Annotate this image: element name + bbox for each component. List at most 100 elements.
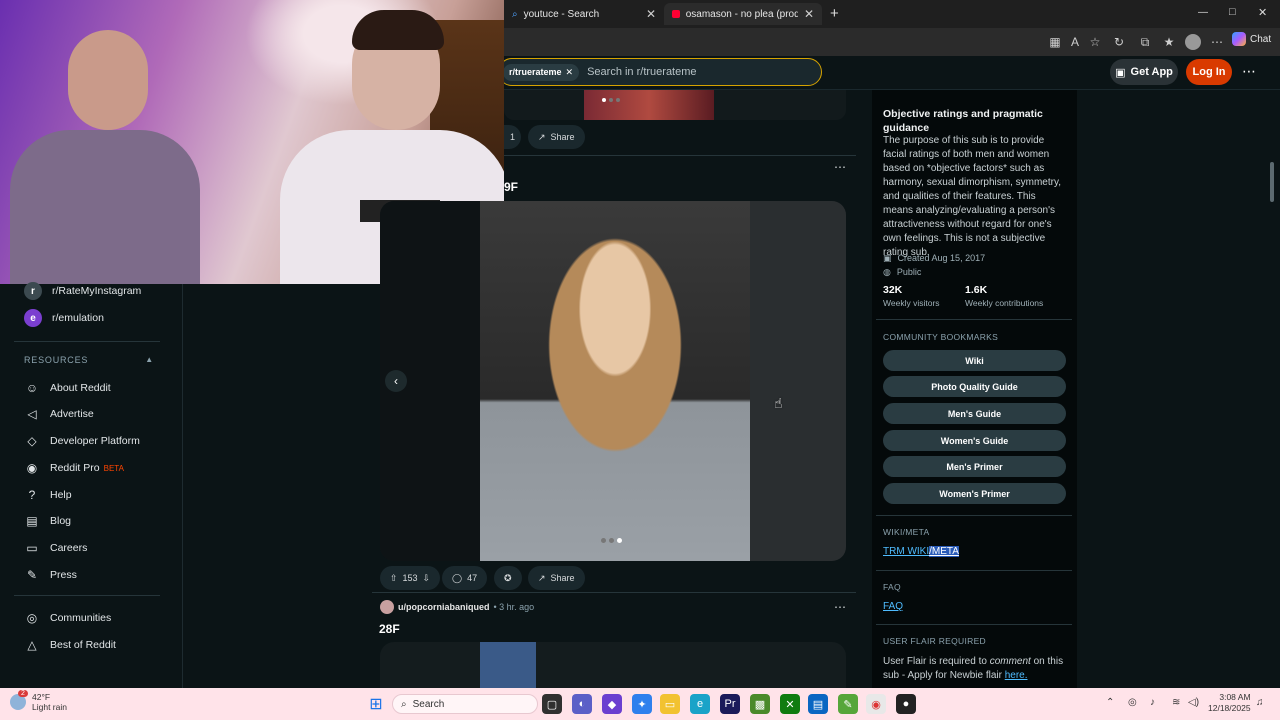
bookmark-photo-quality-guide[interactable]: Photo Quality Guide — [883, 376, 1066, 397]
sidebar-item-developer-platform[interactable]: ◇ Developer Platform — [24, 430, 174, 452]
faq-heading: FAQ — [883, 582, 901, 592]
copilot-icon[interactable]: ✦ — [632, 694, 652, 714]
community-avatar: e — [24, 309, 42, 327]
sidebar-item-emulation[interactable]: e r/emulation — [24, 307, 174, 329]
close-window-button[interactable]: ✕ — [1258, 6, 1267, 19]
grid-icon[interactable]: ▦ — [1046, 33, 1064, 51]
more-options-icon[interactable]: ⋯ — [1242, 63, 1256, 80]
post-media-gallery[interactable] — [380, 201, 846, 561]
clock[interactable]: 3:08 AM 12/18/2025 — [1208, 692, 1251, 714]
profile-avatar-icon[interactable] — [1184, 33, 1202, 51]
visual-studio-icon[interactable]: ◆ — [602, 694, 622, 714]
weather-widget[interactable]: 2 42°F Light rain — [10, 690, 67, 712]
tray-app-icon[interactable]: ◎ — [1128, 697, 1137, 708]
sidebar-item-ratemyinstagram[interactable]: r r/RateMyInstagram — [24, 280, 174, 302]
premiere-icon[interactable]: Pr — [720, 694, 740, 714]
tab-label: osamason - no plea (prod. boolym... — [685, 8, 798, 20]
read-aloud-icon[interactable]: A — [1066, 33, 1084, 51]
sidebar-item-press[interactable]: ✎ Press — [24, 564, 174, 586]
post-photo — [480, 201, 750, 561]
search-bar[interactable]: r/truerateme ✕ Search in r/truerateme — [498, 58, 822, 86]
flair-apply-link[interactable]: here. — [1005, 670, 1028, 681]
close-icon[interactable]: ✕ — [804, 7, 814, 21]
tab-youtuce-search[interactable]: ⌕ youtuce - Search ✕ — [504, 3, 664, 25]
wifi-icon[interactable]: ≋ — [1172, 697, 1180, 708]
page-scrollbar[interactable] — [1268, 90, 1276, 688]
vote-control[interactable]: ⇧ 153 ⇩ — [380, 566, 441, 590]
app-icon[interactable]: ✎ — [838, 694, 858, 714]
store-icon[interactable]: ▤ — [808, 694, 828, 714]
search-input[interactable]: Search in r/truerateme — [587, 66, 696, 78]
taskbar-search[interactable]: ⌕ Search — [392, 694, 538, 714]
notification-badge: 2 — [18, 690, 28, 697]
faq-link[interactable]: FAQ — [883, 601, 903, 612]
downvote-icon[interactable]: ⇩ — [423, 573, 431, 584]
login-button[interactable]: Log In — [1186, 59, 1232, 85]
award-button[interactable]: ✪ — [494, 566, 522, 590]
maximize-button[interactable]: □ — [1229, 6, 1236, 18]
bookmark-mens-guide[interactable]: Men's Guide — [883, 403, 1066, 424]
edge-icon[interactable]: e — [690, 694, 710, 714]
post-options-icon[interactable]: ⋯ — [834, 600, 846, 614]
notification-bell-icon[interactable]: ♫ — [1256, 697, 1264, 708]
sidebar-item-communities[interactable]: ◎ Communities — [24, 607, 174, 629]
wiki-meta-link[interactable]: TRM WIKI/META — [883, 546, 959, 557]
resources-section-toggle[interactable]: RESOURCES ▲ — [24, 355, 154, 365]
bookmark-wiki[interactable]: Wiki — [883, 350, 1066, 371]
sidebar-item-best-of-reddit[interactable]: △ Best of Reddit — [24, 634, 174, 656]
menu-icon[interactable]: ⋯ — [1208, 33, 1226, 51]
obs-icon[interactable]: ● — [896, 694, 916, 714]
sidebar-item-advertise[interactable]: ◁ Advertise — [24, 403, 174, 425]
sidebar-item-help[interactable]: ? Help — [24, 484, 174, 506]
copilot-chat-button[interactable]: Chat — [1232, 32, 1271, 46]
comments-button[interactable]: 1 — [504, 125, 522, 149]
carousel-prev-button[interactable]: ‹ — [385, 370, 407, 392]
favorites-icon[interactable]: ★ — [1160, 33, 1178, 51]
post-options-icon[interactable]: ⋯ — [834, 160, 846, 174]
refresh-icon[interactable]: ↻ — [1110, 33, 1128, 51]
comments-button[interactable]: ◯ 47 — [442, 566, 488, 590]
sidebar-item-about-reddit[interactable]: ☺ About Reddit — [24, 377, 174, 399]
divider — [504, 155, 856, 156]
blur-right — [750, 201, 846, 561]
upvote-icon[interactable]: ⇧ — [390, 573, 398, 584]
sidebar-item-reddit-pro[interactable]: ◉ Reddit Pro BETA — [24, 457, 174, 479]
close-icon[interactable]: ✕ — [646, 7, 656, 21]
close-icon[interactable]: ✕ — [566, 67, 574, 78]
windows-start-icon[interactable]: ⊞ — [366, 694, 386, 714]
bookmark-womens-guide[interactable]: Women's Guide — [883, 430, 1066, 451]
visibility: ◍ Public — [883, 267, 922, 277]
favorite-icon[interactable]: ☆ — [1086, 33, 1104, 51]
chevron-up-icon[interactable]: ⌃ — [1106, 697, 1114, 708]
post-title[interactable]: 28F — [379, 622, 400, 636]
file-explorer-icon[interactable]: ▭ — [660, 694, 680, 714]
microphone-icon[interactable]: ♪ — [1150, 697, 1155, 708]
scrollbar-thumb[interactable] — [1270, 162, 1274, 202]
bookmark-mens-primer[interactable]: Men's Primer — [883, 456, 1066, 477]
tab-osamason[interactable]: osamason - no plea (prod. boolym... ✕ — [664, 3, 822, 25]
user-avatar[interactable] — [380, 600, 394, 614]
teams-icon[interactable]: ◐ — [572, 694, 592, 714]
sidebar-item-careers[interactable]: ▭ Careers — [24, 537, 174, 559]
post-title[interactable]: 9F — [504, 180, 518, 194]
minecraft-icon[interactable]: ▩ — [750, 694, 770, 714]
bookmarks-heading: COMMUNITY BOOKMARKS — [883, 332, 999, 342]
sidebar-item-blog[interactable]: ▤ Blog — [24, 510, 174, 532]
share-button[interactable]: ↗ Share — [528, 125, 585, 149]
share-button[interactable]: ↗ Share — [528, 566, 585, 590]
get-app-button[interactable]: ▣ Get App — [1110, 59, 1178, 85]
task-view-icon[interactable]: ▢ — [542, 694, 562, 714]
previous-post-image[interactable] — [504, 90, 846, 120]
minimize-button[interactable]: — — [1198, 7, 1208, 18]
post-author[interactable]: u/popcorniabaniqued — [398, 602, 490, 612]
volume-icon[interactable]: ◁) — [1188, 697, 1199, 708]
tab-label: youtuce - Search — [523, 8, 600, 20]
communities-icon: ◎ — [26, 611, 38, 625]
extensions-icon[interactable]: ⧉ — [1136, 33, 1154, 51]
chrome-icon[interactable]: ◉ — [866, 694, 886, 714]
post-media[interactable] — [380, 642, 846, 688]
new-tab-button[interactable]: + — [830, 5, 839, 22]
bookmark-womens-primer[interactable]: Women's Primer — [883, 483, 1066, 504]
search-scope-chip[interactable]: r/truerateme ✕ — [503, 63, 580, 81]
xbox-icon[interactable]: ✕ — [780, 694, 800, 714]
